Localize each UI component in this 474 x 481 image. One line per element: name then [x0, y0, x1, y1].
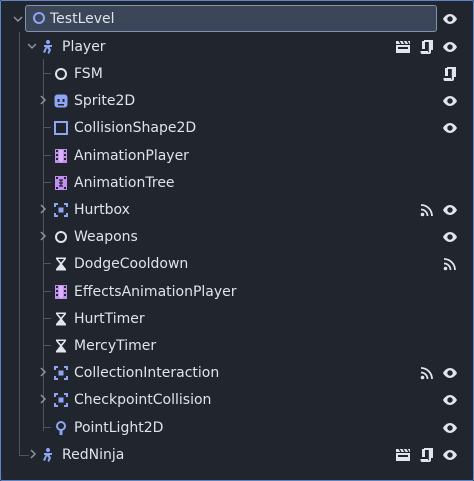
script-icon[interactable]	[442, 66, 458, 82]
node-label: MercyTimer	[74, 337, 157, 354]
tree-guide-line	[43, 73, 51, 74]
tree-guide-line	[43, 427, 51, 428]
tree-row-redninja[interactable]: RedNinja	[1, 441, 473, 468]
character-body-icon	[43, 448, 52, 462]
node-label: TestLevel	[50, 10, 115, 27]
tree-guide-line	[43, 291, 51, 292]
node-label: Hurtbox	[74, 201, 130, 218]
tree-row[interactable]: PointLight2D	[1, 414, 473, 441]
tree-guide-line	[43, 345, 51, 346]
tree-row[interactable]: EffectsAnimationPlayer	[1, 278, 473, 305]
tree-row[interactable]: HurtTimer	[1, 305, 473, 332]
area-icon	[54, 203, 68, 217]
node-label: RedNinja	[62, 446, 125, 463]
visibility-eye-icon[interactable]	[442, 365, 458, 381]
visibility-eye-icon[interactable]	[442, 93, 458, 109]
animation-tree-icon	[55, 176, 67, 190]
node-label: DodgeCooldown	[74, 255, 189, 272]
collision-shape-icon	[54, 121, 68, 135]
tree-row[interactable]: Hurtbox	[1, 196, 473, 223]
node-label: CollectionInteraction	[74, 364, 220, 381]
signal-icon[interactable]	[442, 256, 458, 272]
clapperboard-icon[interactable]	[395, 39, 411, 55]
timer-icon	[56, 339, 66, 353]
tree-row-testlevel[interactable]: TestLevel	[25, 5, 437, 32]
tree-row[interactable]: CollectionInteraction	[1, 359, 473, 386]
tree-guide-line	[43, 155, 51, 156]
timer-icon	[56, 257, 66, 271]
node-label: AnimationTree	[74, 174, 175, 191]
point-light-icon	[56, 421, 66, 435]
node-label: FSM	[74, 65, 103, 82]
visibility-eye-icon[interactable]	[442, 202, 458, 218]
visibility-eye-icon[interactable]	[442, 120, 458, 136]
visibility-eye-icon[interactable]	[442, 39, 458, 55]
expand-chevron-icon[interactable]	[38, 367, 48, 377]
script-icon[interactable]	[419, 39, 435, 55]
node-label: AnimationPlayer	[74, 147, 189, 164]
script-icon[interactable]	[419, 447, 435, 463]
tree-guide-line	[43, 318, 51, 319]
expand-chevron-icon[interactable]	[38, 95, 48, 105]
expand-chevron-icon[interactable]	[38, 204, 48, 214]
clapperboard-icon[interactable]	[395, 447, 411, 463]
tree-guide-line	[43, 263, 51, 264]
animation-player-icon	[55, 285, 67, 299]
sprite-icon	[54, 94, 68, 108]
tree-guide-line	[43, 182, 51, 183]
area-icon	[54, 393, 68, 407]
node-circle-icon	[33, 12, 45, 24]
character-body-icon	[43, 40, 52, 54]
tree-row[interactable]: DodgeCooldown	[1, 250, 473, 277]
visibility-eye-icon[interactable]	[442, 420, 458, 436]
node-circle-icon	[55, 68, 67, 80]
tree-row[interactable]: AnimationPlayer	[1, 142, 473, 169]
node-circle-icon	[55, 231, 67, 243]
visibility-eye-icon[interactable]	[442, 392, 458, 408]
node-label: Weapons	[74, 228, 138, 245]
node-label: CheckpointCollision	[74, 391, 212, 408]
visibility-eye-icon[interactable]	[442, 447, 458, 463]
area-icon	[54, 366, 68, 380]
tree-row[interactable]: AnimationTree	[1, 169, 473, 196]
signal-icon[interactable]	[419, 365, 435, 381]
expand-chevron-icon[interactable]	[38, 231, 48, 241]
tree-row[interactable]: Weapons	[1, 223, 473, 250]
scene-tree-panel: TestLevel Player FSM Sprite2D CollisionSha…	[0, 0, 474, 481]
animation-player-icon	[55, 149, 67, 163]
tree-row[interactable]: CollisionShape2D	[1, 114, 473, 141]
signal-icon[interactable]	[419, 202, 435, 218]
timer-icon	[56, 312, 66, 326]
node-label: Sprite2D	[74, 92, 136, 109]
visibility-eye-icon[interactable]	[442, 229, 458, 245]
visibility-eye-icon[interactable]	[442, 11, 458, 27]
node-label: Player	[62, 38, 106, 55]
collapse-chevron-icon[interactable]	[13, 14, 23, 24]
node-label: PointLight2D	[74, 419, 164, 436]
node-label: CollisionShape2D	[74, 119, 197, 136]
tree-row[interactable]: Sprite2D	[1, 87, 473, 114]
tree-row[interactable]: MercyTimer	[1, 332, 473, 359]
node-label: HurtTimer	[74, 310, 145, 327]
tree-row[interactable]: FSM	[1, 60, 473, 87]
expand-chevron-icon[interactable]	[38, 394, 48, 404]
node-label: EffectsAnimationPlayer	[74, 283, 237, 300]
tree-row-player[interactable]: Player	[1, 33, 473, 60]
tree-row[interactable]: CheckpointCollision	[1, 386, 473, 413]
tree-guide-line	[43, 127, 51, 128]
